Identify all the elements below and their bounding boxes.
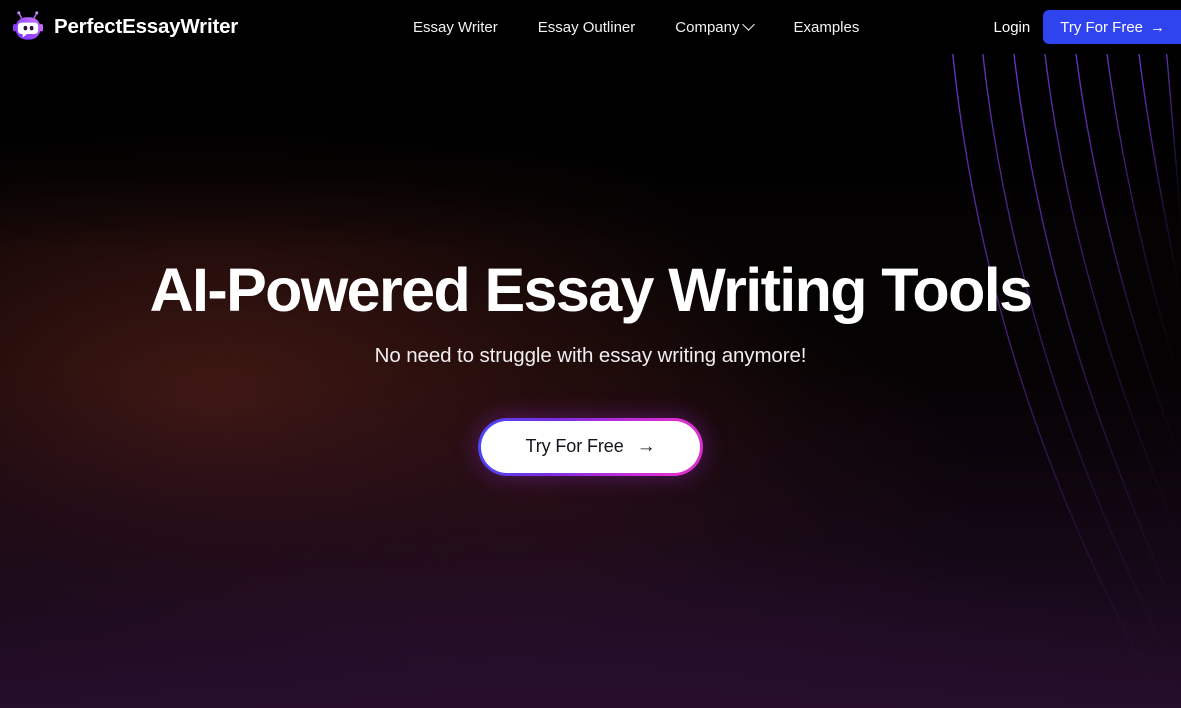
hero-section: AI-Powered Essay Writing Tools No need t…	[0, 0, 1181, 708]
nav-item-essay-writer[interactable]: Essay Writer	[413, 19, 498, 36]
robot-bot-head-icon	[11, 10, 45, 44]
nav-item-label: Essay Outliner	[537, 18, 636, 36]
nav-item-label: Company	[675, 18, 740, 36]
landing-page: PerfectEssayWriter Essay Writer Essay Ou…	[0, 0, 1181, 708]
nav-item-essay-outliner[interactable]: Essay Outliner	[538, 19, 636, 36]
nav-item-company[interactable]: Company	[675, 17, 756, 36]
header-cta-label: Try For Free	[1060, 18, 1143, 36]
nav-item-examples[interactable]: Examples	[793, 19, 859, 36]
nav-item-label: Examples	[793, 18, 860, 36]
header-try-for-free-button[interactable]: Try For Free →	[1043, 10, 1181, 44]
primary-navigation: Essay Writer Essay Outliner Company Exam…	[413, 0, 859, 54]
chevron-down-icon	[742, 17, 756, 31]
arrow-right-icon: →	[636, 436, 656, 458]
hero-cta-gradient-border[interactable]: Try For Free →	[478, 417, 703, 476]
header-actions: Login Try For Free →	[994, 0, 1181, 54]
login-link[interactable]: Login	[994, 19, 1031, 36]
page-title: AI-Powered Essay Writing Tools	[149, 256, 1033, 324]
arrow-right-icon: →	[1150, 18, 1165, 36]
site-header: PerfectEssayWriter Essay Writer Essay Ou…	[0, 0, 1181, 54]
brand-logo-link[interactable]: PerfectEssayWriter	[11, 10, 238, 44]
brand-name: PerfectEssayWriter	[54, 15, 239, 38]
hero-try-for-free-button[interactable]: Try For Free →	[481, 420, 700, 473]
hero-subtitle: No need to struggle with essay writing a…	[374, 343, 807, 367]
hero-cta-label: Try For Free	[525, 436, 624, 457]
nav-item-label: Essay Writer	[413, 18, 498, 36]
